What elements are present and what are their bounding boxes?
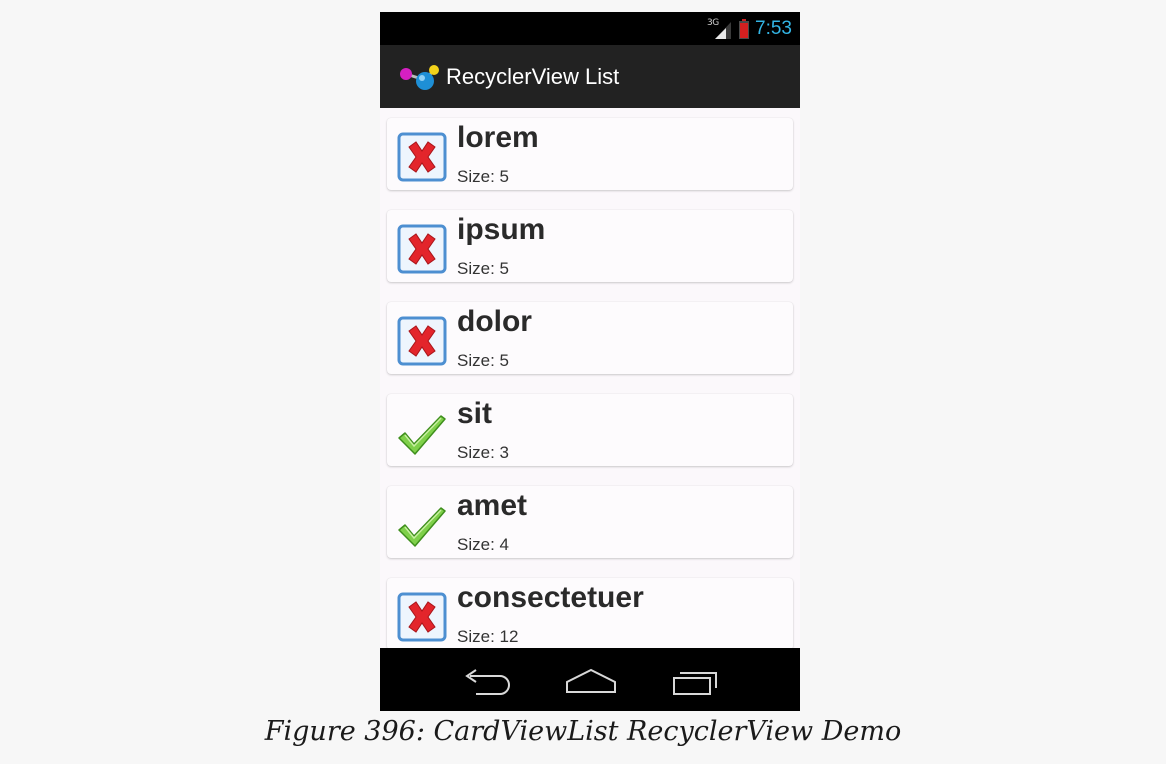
x-mark-icon bbox=[397, 316, 447, 366]
app-logo-icon[interactable] bbox=[398, 62, 440, 92]
battery-icon bbox=[739, 19, 750, 39]
app-title: RecyclerView List bbox=[446, 63, 620, 89]
back-icon[interactable] bbox=[456, 662, 516, 698]
item-title: amet bbox=[457, 489, 528, 522]
list-item[interactable]: amet Size: 4 bbox=[387, 486, 793, 558]
clock: 7:53 bbox=[755, 18, 792, 39]
status-bar: 3G 7:53 bbox=[380, 12, 800, 45]
action-bar: RecyclerView List bbox=[380, 45, 800, 108]
item-size: Size: 5 bbox=[457, 351, 509, 370]
item-title: consectetuer bbox=[457, 581, 644, 614]
x-mark-icon bbox=[397, 592, 447, 642]
item-title: dolor bbox=[457, 305, 532, 338]
item-size: Size: 5 bbox=[457, 167, 509, 186]
item-size: Size: 3 bbox=[457, 443, 509, 462]
phone-screen: 3G 7:53 RecyclerView List lorem Size: 5 … bbox=[380, 12, 800, 711]
home-icon[interactable] bbox=[561, 662, 621, 698]
signal-icon: 3G bbox=[707, 18, 733, 40]
item-title: sit bbox=[457, 397, 493, 430]
checkmark-icon bbox=[397, 500, 447, 550]
list-item[interactable]: sit Size: 3 bbox=[387, 394, 793, 466]
x-mark-icon bbox=[397, 132, 447, 182]
item-size: Size: 12 bbox=[457, 627, 519, 646]
checkmark-icon bbox=[397, 408, 447, 458]
list-item[interactable]: lorem Size: 5 bbox=[387, 118, 793, 190]
item-title: ipsum bbox=[457, 213, 546, 246]
list-item[interactable]: ipsum Size: 5 bbox=[387, 210, 793, 282]
list-item[interactable]: consectetuer Size: 12 bbox=[387, 578, 793, 648]
x-mark-icon bbox=[397, 224, 447, 274]
item-size: Size: 4 bbox=[457, 535, 509, 554]
list-item[interactable]: dolor Size: 5 bbox=[387, 302, 793, 374]
recycler-list[interactable]: lorem Size: 5 ipsum Size: 5 dolor Size: bbox=[380, 108, 800, 648]
item-title: lorem bbox=[457, 121, 539, 154]
item-size: Size: 5 bbox=[457, 259, 509, 278]
status-indicators: 3G 7:53 bbox=[707, 17, 792, 41]
recent-apps-icon[interactable] bbox=[666, 662, 726, 698]
navigation-bar bbox=[380, 648, 800, 711]
figure-caption: Figure 396: CardViewList RecyclerView De… bbox=[264, 716, 902, 747]
